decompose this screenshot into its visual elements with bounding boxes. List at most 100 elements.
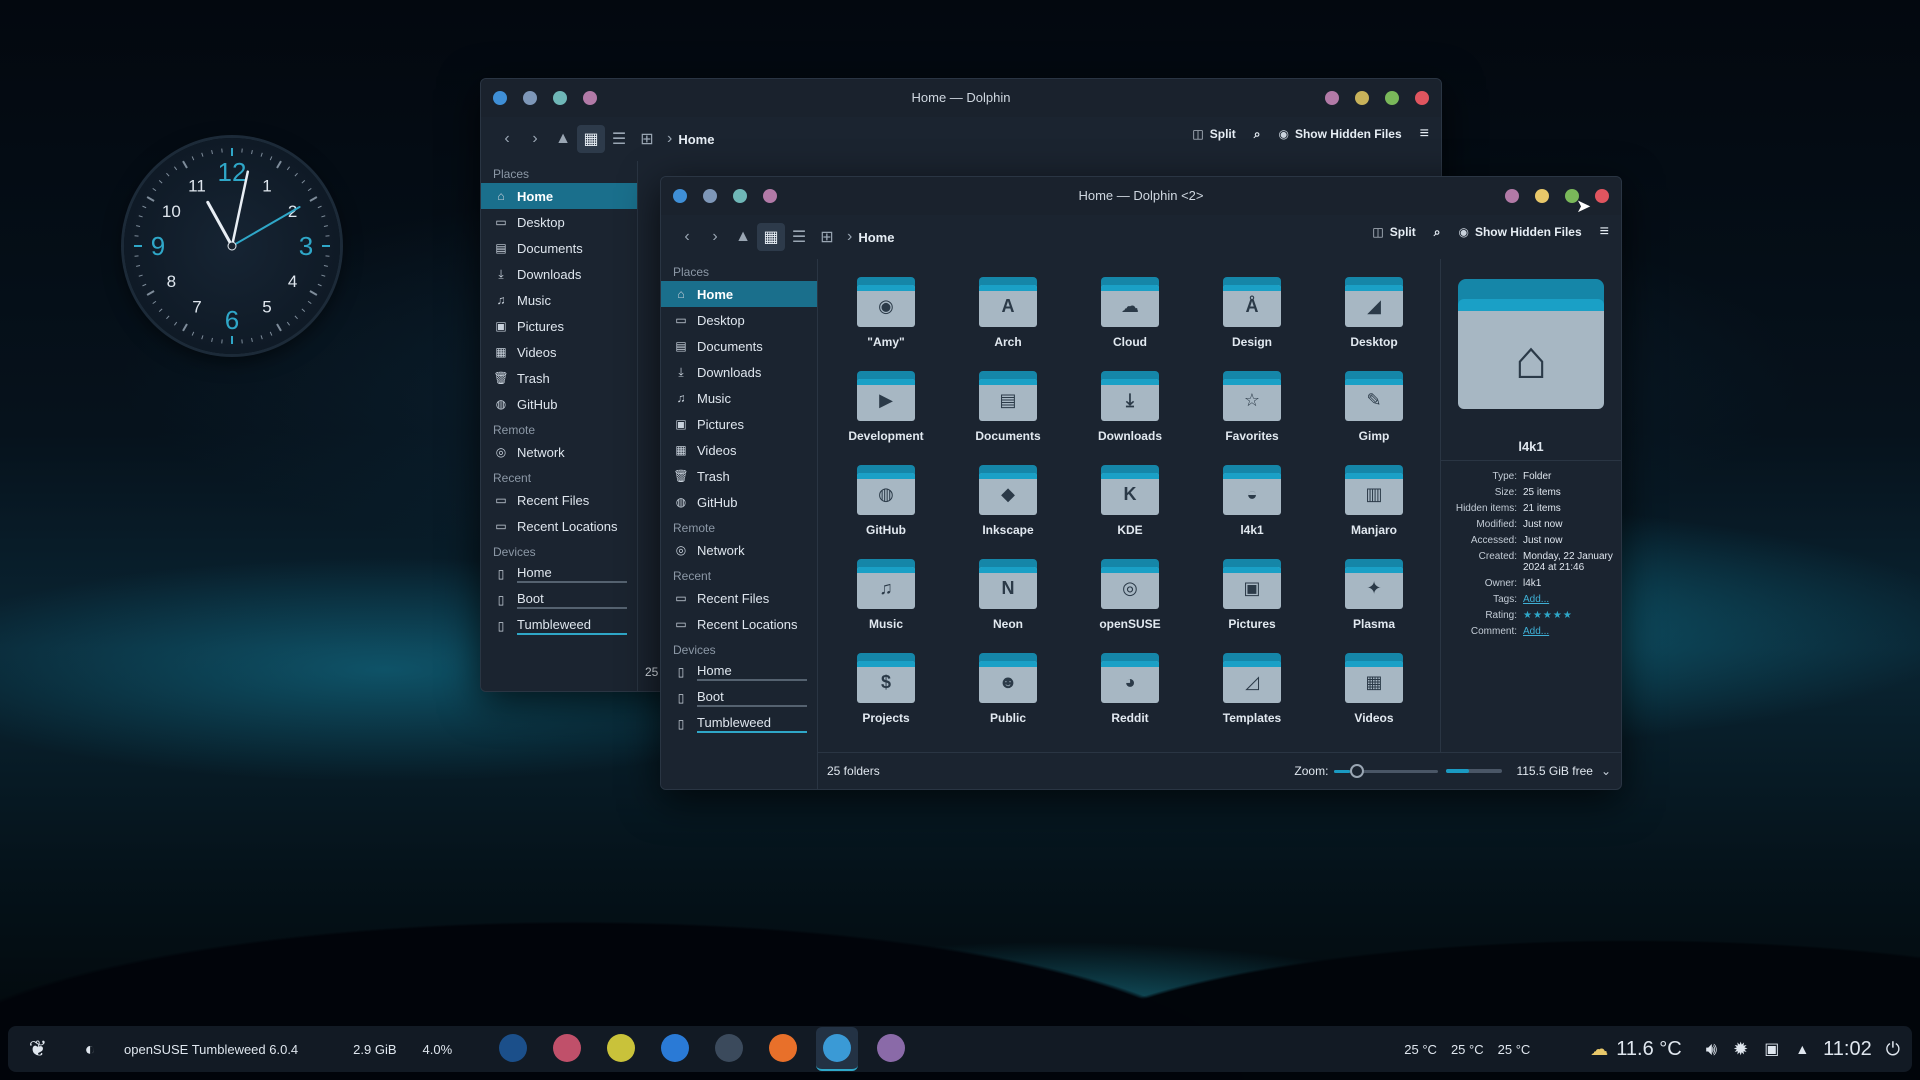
folder-item[interactable]: ◍ GitHub: [825, 461, 947, 545]
sidebar-item-recent-files[interactable]: ▭ Recent Files: [481, 487, 637, 513]
folder-item[interactable]: N Neon: [947, 555, 1069, 639]
sidebar-item-documents[interactable]: ▤ Documents: [481, 235, 637, 261]
split-button[interactable]: ◫ Split: [1372, 225, 1415, 239]
help-button[interactable]: [1505, 189, 1519, 203]
task-discover[interactable]: [654, 1027, 696, 1069]
dolphin-window-front[interactable]: Home — Dolphin <2> ‹ › ▲ ▦ ☰ ⊞ › Home ◫ S…: [660, 176, 1622, 790]
up-icon[interactable]: ▲: [729, 223, 757, 251]
power-icon[interactable]: ⏻: [1886, 1039, 1900, 1060]
task-system-monitor[interactable]: [492, 1027, 534, 1069]
icons-view-icon[interactable]: ▦: [757, 223, 785, 251]
network-icon[interactable]: ▣: [1764, 1039, 1779, 1059]
sidebar-item-home[interactable]: ⌂ Home: [661, 281, 817, 307]
folder-item[interactable]: ◆ Inkscape: [947, 461, 1069, 545]
sidebar-item-music[interactable]: ♫ Music: [481, 287, 637, 313]
minimize-button[interactable]: [1535, 189, 1549, 203]
weather-icon[interactable]: ☁: [1590, 1039, 1608, 1060]
folder-item[interactable]: ☆ Favorites: [1191, 367, 1313, 451]
folder-item[interactable]: ♫ Music: [825, 555, 947, 639]
device-boot[interactable]: ▯ Boot: [661, 685, 817, 711]
folder-item[interactable]: $ Projects: [825, 649, 947, 733]
task-app-2[interactable]: [546, 1027, 588, 1069]
sidebar-item-home[interactable]: ⌂ Home: [481, 183, 637, 209]
sidebar-item-github[interactable]: ◍ GitHub: [661, 489, 817, 515]
task-app-3[interactable]: [600, 1027, 642, 1069]
task-settings[interactable]: [708, 1027, 750, 1069]
app-launcher-icon[interactable]: ❦: [20, 1036, 56, 1062]
up-icon[interactable]: ▲: [549, 125, 577, 153]
folder-item[interactable]: ✦ Plasma: [1313, 555, 1435, 639]
folder-item[interactable]: ✎ Gimp: [1313, 367, 1435, 451]
folder-item[interactable]: ◎ openSUSE: [1069, 555, 1191, 639]
night-mode-toggle-icon[interactable]: ◐: [70, 1039, 110, 1060]
sidebar-item-downloads[interactable]: ⤓ Downloads: [661, 359, 817, 385]
zoom-slider[interactable]: [1334, 764, 1439, 778]
rating-stars[interactable]: ★★★★★: [1523, 610, 1613, 621]
show-hidden-button[interactable]: ◉ Show Hidden Files: [1458, 225, 1581, 239]
sidebar-item-music[interactable]: ♫ Music: [661, 385, 817, 411]
menu-icon[interactable]: ≡: [1600, 223, 1609, 241]
forward-icon[interactable]: ›: [701, 223, 729, 251]
sidebar-item-videos[interactable]: ▦ Videos: [481, 339, 637, 365]
split-button[interactable]: ◫ Split: [1192, 127, 1235, 141]
sidebar-item-trash[interactable]: 🗑︎ Trash: [481, 365, 637, 391]
task-app-8[interactable]: [870, 1027, 912, 1069]
menu-icon[interactable]: ≡: [1420, 125, 1429, 143]
sidebar-item-videos[interactable]: ▦ Videos: [661, 437, 817, 463]
free-space[interactable]: 115.5 GiB free: [1516, 764, 1593, 778]
folder-item[interactable]: ◿ Templates: [1191, 649, 1313, 733]
info-value[interactable]: Add...: [1523, 626, 1613, 637]
close-button[interactable]: [1595, 189, 1609, 203]
weather-temp[interactable]: 11.6 °C: [1616, 1038, 1681, 1061]
sidebar-item-network[interactable]: ◎ Network: [481, 439, 637, 465]
details-view-icon[interactable]: ☰: [605, 125, 633, 153]
back-icon[interactable]: ‹: [673, 223, 701, 251]
folder-item[interactable]: ▣ Pictures: [1191, 555, 1313, 639]
clock-time[interactable]: 11:02: [1823, 1038, 1872, 1061]
chevron-down-icon[interactable]: ⌄: [1601, 764, 1611, 778]
sidebar-item-network[interactable]: ◎ Network: [661, 537, 817, 563]
sidebar-item-recent-files[interactable]: ▭ Recent Files: [661, 585, 817, 611]
brightness-icon[interactable]: ✹: [1733, 1039, 1748, 1060]
folder-item[interactable]: ▤ Documents: [947, 367, 1069, 451]
titlebar[interactable]: Home — Dolphin: [481, 79, 1441, 117]
folder-item[interactable]: ▶ Development: [825, 367, 947, 451]
folder-item[interactable]: A Arch: [947, 273, 1069, 357]
sidebar-item-github[interactable]: ◍ GitHub: [481, 391, 637, 417]
folder-item[interactable]: ◉ "Amy": [825, 273, 947, 357]
search-icon[interactable]: ⌕: [1254, 127, 1261, 142]
sidebar-item-desktop[interactable]: ▭ Desktop: [661, 307, 817, 333]
breadcrumb[interactable]: Home: [858, 230, 894, 245]
folder-item[interactable]: ◕ Reddit: [1069, 649, 1191, 733]
tree-view-icon[interactable]: ⊞: [633, 125, 661, 153]
device-boot[interactable]: ▯ Boot: [481, 587, 637, 613]
search-icon[interactable]: ⌕: [1434, 225, 1441, 240]
titlebar[interactable]: Home — Dolphin <2>: [661, 177, 1621, 215]
folder-item[interactable]: K KDE: [1069, 461, 1191, 545]
icons-view-icon[interactable]: ▦: [577, 125, 605, 153]
info-value[interactable]: Add...: [1523, 594, 1613, 605]
device-tumbleweed[interactable]: ▯ Tumbleweed: [481, 613, 637, 639]
sidebar-item-recent-locations[interactable]: ▭ Recent Locations: [661, 611, 817, 637]
minimize-button[interactable]: [1355, 91, 1369, 105]
folder-item[interactable]: ◢ Desktop: [1313, 273, 1435, 357]
task-firefox[interactable]: [762, 1027, 804, 1069]
show-hidden-button[interactable]: ◉ Show Hidden Files: [1278, 127, 1401, 141]
volume-icon[interactable]: 🔊︎: [1706, 1039, 1717, 1060]
folder-item[interactable]: ⤓ Downloads: [1069, 367, 1191, 451]
folder-item[interactable]: ☁ Cloud: [1069, 273, 1191, 357]
device-home[interactable]: ▯ Home: [481, 561, 637, 587]
sidebar-item-trash[interactable]: 🗑︎ Trash: [661, 463, 817, 489]
folder-item[interactable]: ☻ Public: [947, 649, 1069, 733]
sidebar-item-pictures[interactable]: ▣ Pictures: [481, 313, 637, 339]
device-home[interactable]: ▯ Home: [661, 659, 817, 685]
details-view-icon[interactable]: ☰: [785, 223, 813, 251]
back-icon[interactable]: ‹: [493, 125, 521, 153]
folder-item[interactable]: ▦ Videos: [1313, 649, 1435, 733]
sidebar-item-downloads[interactable]: ⤓ Downloads: [481, 261, 637, 287]
forward-icon[interactable]: ›: [521, 125, 549, 153]
sidebar-item-documents[interactable]: ▤ Documents: [661, 333, 817, 359]
sidebar-item-desktop[interactable]: ▭ Desktop: [481, 209, 637, 235]
sidebar-item-pictures[interactable]: ▣ Pictures: [661, 411, 817, 437]
maximize-button[interactable]: [1385, 91, 1399, 105]
